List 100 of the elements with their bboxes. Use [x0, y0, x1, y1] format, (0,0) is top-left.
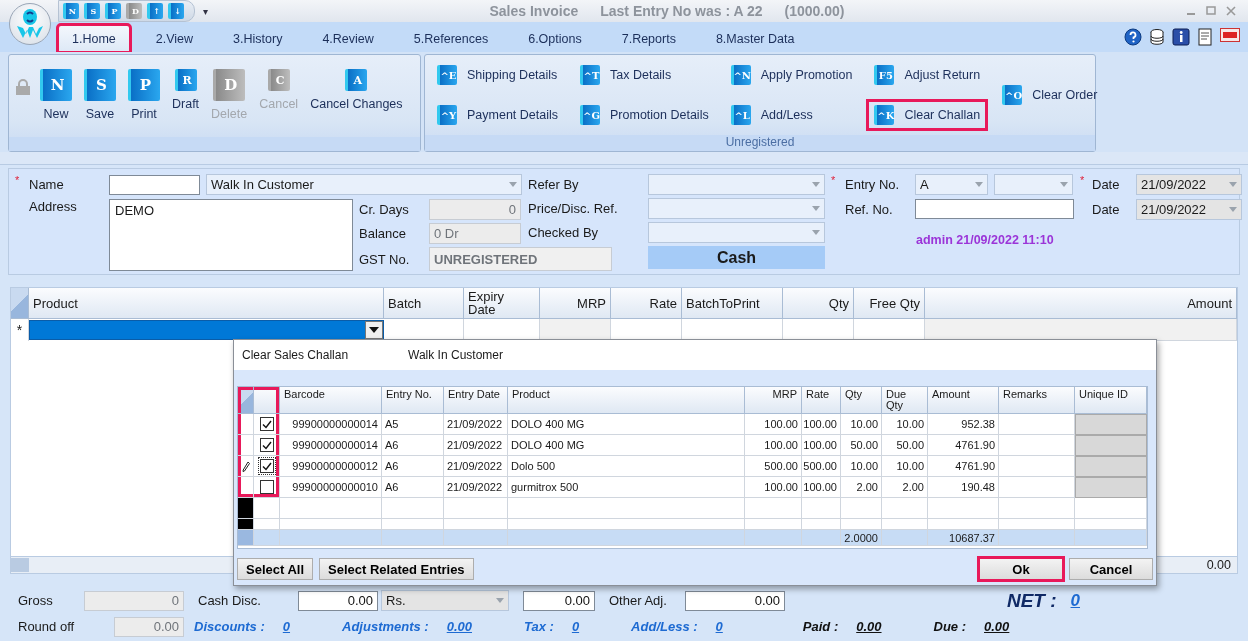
column-header[interactable]: Due Qty — [882, 387, 928, 414]
series-dropdown[interactable]: A — [915, 174, 988, 195]
ribbon-button[interactable]: ^N Apply Promotion — [724, 61, 859, 89]
dropdown-arrow-icon[interactable] — [369, 327, 379, 333]
column-header[interactable]: MRP — [745, 387, 802, 414]
column-header[interactable]: Entry Date — [444, 387, 508, 414]
input-field[interactable] — [109, 174, 200, 195]
field-label: Name — [29, 177, 65, 192]
column-header[interactable]: Rate — [611, 288, 682, 319]
column-header[interactable]: Qty — [783, 288, 854, 319]
column-header[interactable]: Rate — [802, 387, 841, 414]
dropdown-field[interactable] — [648, 222, 825, 243]
ribbon-tab[interactable]: 7.Reports — [607, 25, 690, 52]
column-header[interactable]: BatchToPrint — [682, 288, 783, 319]
dialog-button[interactable]: Ok — [979, 558, 1063, 580]
ribbon-tab[interactable]: 5.References — [399, 25, 503, 52]
dropdown-field[interactable] — [648, 198, 825, 219]
ribbon-button[interactable]: P Print — [125, 65, 163, 125]
dialog-button[interactable]: Cancel — [1069, 558, 1153, 580]
document-icon[interactable] — [1196, 28, 1214, 46]
checkbox[interactable] — [259, 459, 274, 473]
table-cell: 100.00 — [745, 477, 802, 498]
input-field[interactable]: 0.00 — [114, 616, 184, 637]
input-field[interactable] — [915, 199, 1074, 219]
ribbon-button[interactable]: ^T Tax Details — [574, 61, 715, 89]
field-label: Price/Disc. Ref. — [528, 201, 619, 216]
input-field[interactable]: UNREGISTERED — [429, 247, 612, 271]
table-cell: 2.00 — [841, 477, 882, 498]
maximize-icon[interactable] — [1206, 6, 1216, 16]
dialog-button[interactable]: Select Related Entries — [319, 558, 474, 580]
input-field[interactable]: 0.00 — [298, 590, 378, 611]
ribbon-button[interactable]: ^O Clear Order — [996, 81, 1104, 109]
help-icon[interactable] — [1124, 28, 1142, 46]
required-mark: * — [1080, 174, 1086, 186]
checkbox[interactable] — [259, 480, 274, 494]
summary-value-link[interactable]: 0 — [715, 619, 723, 634]
ribbon-button[interactable]: ^Y Payment Details — [431, 101, 564, 129]
summary-value-link[interactable]: 0.00 — [446, 619, 472, 634]
table-cell: 500.00 — [745, 456, 802, 477]
table-cell: 500.00 — [802, 456, 841, 477]
dropdown-field[interactable] — [648, 174, 825, 195]
column-header[interactable]: Remarks — [999, 387, 1075, 414]
row-header[interactable] — [238, 519, 254, 530]
dialog-button[interactable]: Select All — [237, 558, 314, 580]
input-field[interactable]: 0.00 — [685, 590, 785, 611]
column-header[interactable]: Unique ID — [1075, 387, 1147, 414]
summary-value-link[interactable]: 0 — [282, 619, 291, 634]
ribbon-button[interactable]: ^G Promotion Details — [574, 101, 715, 129]
date-picker[interactable]: 21/09/2022 — [1136, 174, 1242, 195]
ribbon-button[interactable]: ^L Add/Less — [724, 101, 859, 129]
column-header[interactable]: Expiry Date — [464, 288, 540, 319]
column-header[interactable]: Product — [29, 288, 384, 319]
column-header[interactable]: MRP — [540, 288, 611, 319]
input-field[interactable]: 0 Dr — [429, 223, 521, 244]
table-cell: 10.00 — [841, 414, 882, 435]
ribbon-tab[interactable]: 6.Options — [514, 25, 596, 52]
close-icon[interactable] — [1226, 6, 1236, 16]
summary-label: Tax : — [524, 619, 554, 634]
ribbon-button[interactable]: S Save — [81, 65, 119, 125]
ribbon-button[interactable]: A Cancel Changes — [307, 65, 406, 115]
database-icon[interactable] — [1148, 28, 1166, 46]
input-field[interactable]: 0 — [84, 590, 184, 611]
column-header[interactable]: Barcode — [280, 387, 382, 414]
customer-dropdown[interactable]: Walk In Customer — [206, 174, 522, 195]
ribbon-tab[interactable]: 4.Review — [308, 25, 388, 52]
input-field[interactable]: 0 — [429, 199, 521, 220]
product-dropdown[interactable] — [29, 320, 384, 340]
ribbon-button[interactable]: N New — [37, 65, 75, 125]
column-header[interactable]: Amount — [928, 387, 999, 414]
column-header[interactable]: Entry No. — [382, 387, 444, 414]
ribbon-button[interactable]: R Draft — [169, 65, 203, 115]
customize-caret-icon[interactable]: ▾ — [203, 5, 208, 17]
column-header[interactable]: Amount — [925, 288, 1237, 319]
checkbox[interactable] — [259, 417, 274, 431]
ribbon-button[interactable]: ^E Shipping Details — [431, 61, 564, 89]
column-header[interactable]: Qty — [841, 387, 882, 414]
input-field[interactable]: 0.00 — [523, 590, 595, 611]
summary-value-link[interactable]: 0.00 — [984, 619, 1010, 634]
currency-dropdown[interactable]: Rs. — [381, 590, 509, 611]
checkbox[interactable] — [259, 438, 274, 452]
summary-value-link[interactable]: 0 — [571, 619, 580, 634]
ribbon-button[interactable]: F5 Adjust Return — [868, 61, 987, 89]
column-header[interactable]: Batch — [384, 288, 464, 319]
ribbon-tab[interactable]: 2.View — [141, 25, 208, 52]
column-header[interactable]: Free Qty — [854, 288, 925, 319]
row-header[interactable] — [238, 456, 254, 477]
ribbon-tab[interactable]: 8.Master Data — [701, 25, 809, 52]
ribbon-tab[interactable]: 1.Home — [58, 25, 130, 52]
date-picker[interactable]: 21/09/2022 — [1136, 199, 1242, 220]
net-amount-link[interactable]: 0 — [1070, 590, 1080, 611]
ribbon-tab[interactable]: 3.History — [219, 25, 297, 52]
info-icon[interactable] — [1172, 28, 1190, 46]
exit-sign-icon[interactable] — [1220, 28, 1240, 42]
field-label: Other Adj. — [609, 593, 668, 608]
summary-value-link[interactable]: 0.00 — [856, 619, 882, 634]
column-header[interactable]: Product — [508, 387, 745, 414]
address-field[interactable]: DEMO — [109, 199, 353, 271]
scroll-thumb[interactable] — [11, 558, 29, 572]
row-header[interactable] — [238, 498, 254, 519]
column-header[interactable] — [254, 387, 280, 414]
